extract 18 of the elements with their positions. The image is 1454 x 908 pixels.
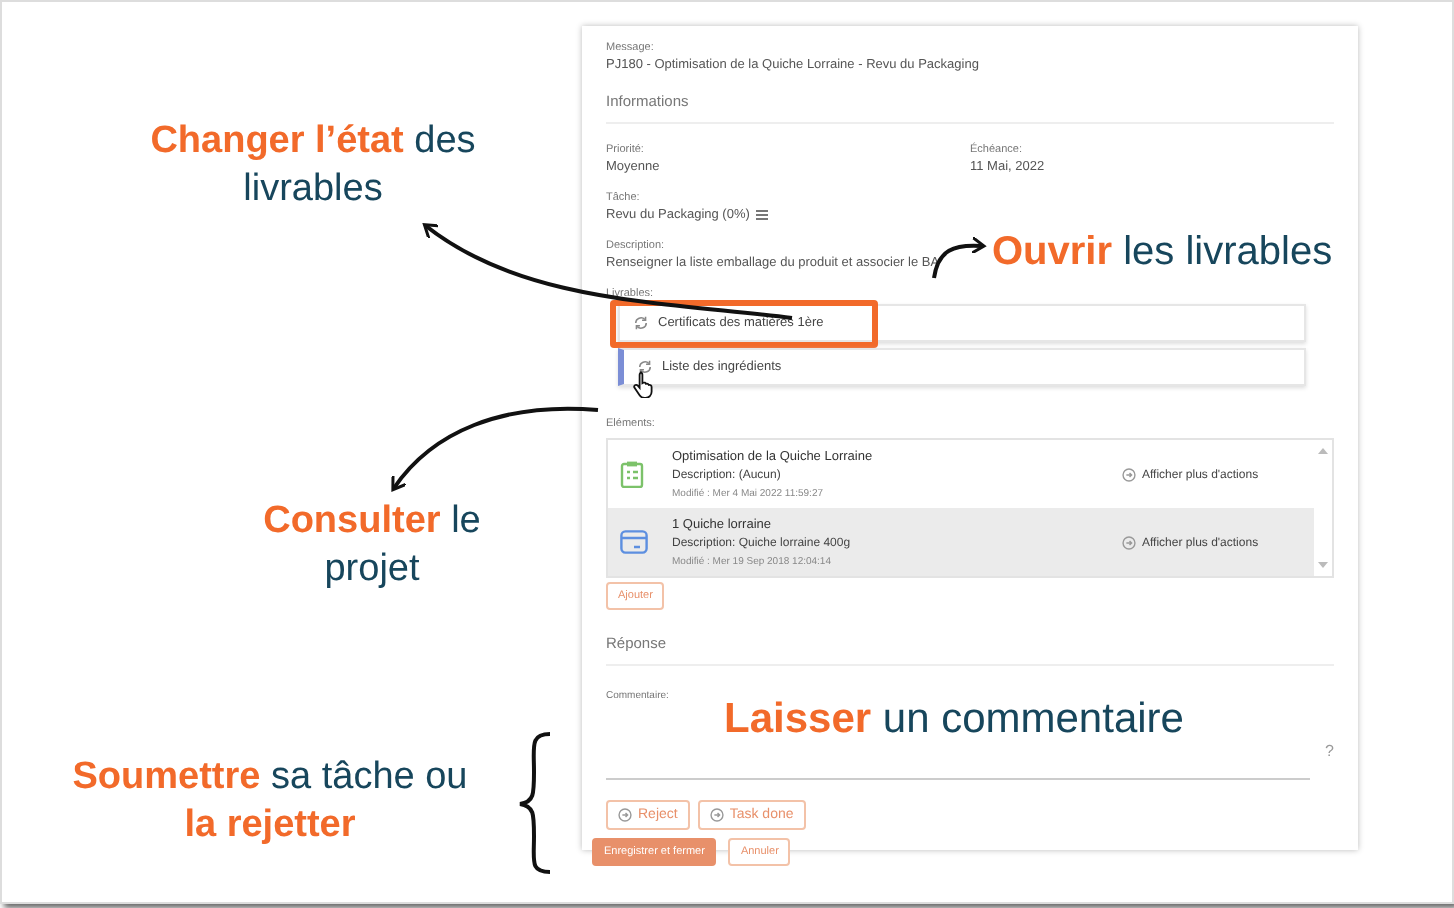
scroll-up-icon[interactable] bbox=[1318, 448, 1328, 454]
annotation-text: Changer l’état des livrables bbox=[148, 118, 478, 213]
refresh-icon bbox=[638, 360, 652, 374]
arrow-circle-icon bbox=[618, 808, 632, 822]
clipboard-icon bbox=[620, 459, 644, 487]
arrow-circle-icon bbox=[709, 808, 724, 822]
annotation-text: Ouvrir les livrables bbox=[992, 228, 1333, 278]
hand-cursor-icon bbox=[632, 370, 656, 398]
arrow-circle-icon bbox=[1122, 468, 1136, 482]
curly-brace bbox=[518, 732, 551, 874]
annotation-text: Consulter le projet bbox=[261, 498, 483, 593]
annotation-text: Laisser un commentaire bbox=[724, 694, 1184, 746]
window-icon bbox=[620, 529, 648, 553]
refresh-icon bbox=[634, 316, 648, 330]
scroll-down-icon[interactable] bbox=[1318, 562, 1328, 568]
arrow-circle-icon bbox=[1122, 536, 1136, 550]
annotation-text: Soumettre sa tâche ou la rejetter bbox=[70, 754, 470, 849]
list-icon bbox=[755, 210, 768, 220]
